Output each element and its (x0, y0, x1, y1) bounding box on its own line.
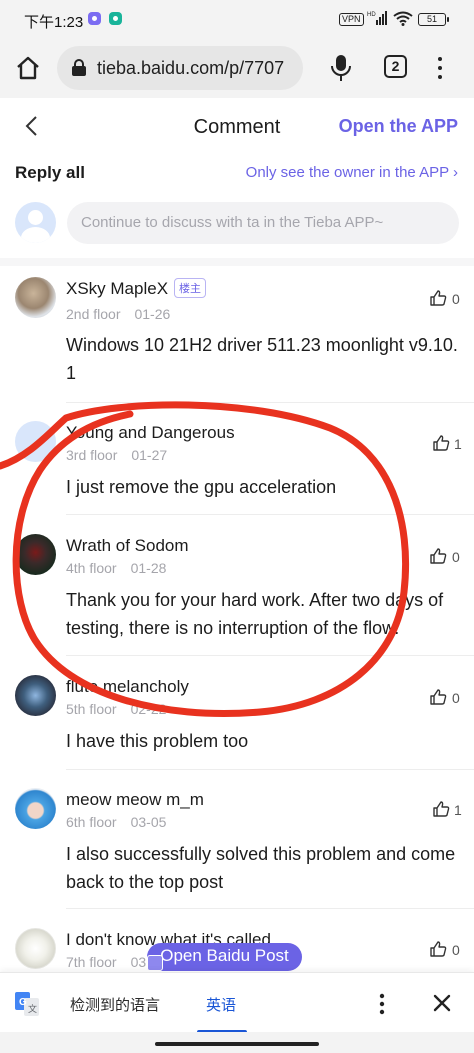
comment-text: I also successfully solved this problem … (66, 844, 456, 892)
microphone-icon[interactable] (330, 53, 352, 83)
thumbs-up-icon[interactable] (429, 688, 447, 706)
comment-author[interactable]: Young and Dangerous (66, 423, 235, 443)
status-bar: 下午1:23 VPN HD 51 (0, 0, 474, 40)
avatar[interactable] (15, 788, 56, 829)
like-count: 1 (454, 802, 462, 818)
comment-author[interactable]: flute melancholy (66, 677, 189, 697)
url-text: tieba.baidu.com/p/7707 (97, 58, 285, 78)
floor-number: 2nd floor (66, 306, 121, 322)
comment-author[interactable]: Wrath of Sodom (66, 536, 189, 556)
floor-number: 7th floor (66, 954, 117, 970)
comment-meta: 4th floor 01-28 (66, 560, 166, 576)
thumbs-up-icon[interactable] (429, 547, 447, 565)
avatar (15, 202, 56, 243)
avatar[interactable] (15, 534, 56, 575)
owner-only-link[interactable]: Only see the owner in the APP › (246, 164, 458, 181)
divider (66, 769, 474, 770)
comment-text: Windows 10 21H2 driver 511.23 moonlight … (66, 335, 458, 383)
comment-meta: 5th floor 02-22 (66, 701, 166, 717)
avatar[interactable] (15, 675, 56, 716)
like-count: 0 (452, 690, 460, 706)
floor-number: 3rd floor (66, 447, 118, 463)
comment-meta: 2nd floor 01-26 (66, 306, 170, 322)
back-arrow-icon[interactable] (22, 114, 42, 138)
section-divider (0, 258, 474, 266)
status-time: 下午1:23 (24, 14, 84, 31)
target-language-tab[interactable]: 英语 (206, 994, 236, 1015)
divider (66, 655, 474, 656)
tab-switcher-button[interactable]: 2 (384, 55, 407, 78)
address-bar[interactable]: tieba.baidu.com/p/7707 (57, 46, 303, 90)
like-count: 0 (452, 291, 460, 307)
floor-number: 6th floor (66, 814, 117, 830)
svg-text:HD: HD (367, 12, 376, 18)
browser-menu-icon[interactable] (433, 54, 447, 82)
floor-number: 5th floor (66, 701, 117, 717)
notification-app-icon (88, 12, 101, 25)
avatar[interactable] (15, 928, 56, 969)
home-gesture-handle[interactable] (155, 1042, 319, 1046)
like-count: 0 (452, 549, 460, 565)
thumbs-up-icon[interactable] (429, 940, 447, 958)
comment-author[interactable]: meow meow m_m (66, 790, 204, 810)
divider (66, 402, 474, 403)
thumbs-up-icon[interactable] (432, 434, 450, 452)
thumbs-up-icon[interactable] (432, 800, 450, 818)
reply-all-heading: Reply all (15, 163, 85, 182)
notification-app-icon (109, 12, 122, 25)
open-baidu-post-button[interactable]: Open Baidu Post (147, 943, 302, 971)
divider (66, 514, 474, 515)
owner-badge: 楼主 (174, 278, 207, 298)
comment-date: 02-22 (130, 701, 167, 717)
comment-meta: 6th floor 03-05 (66, 814, 166, 830)
like-count: 0 (452, 942, 460, 958)
system-nav-bar (0, 1032, 474, 1053)
home-icon[interactable] (14, 54, 42, 82)
reply-input[interactable]: Continue to discuss with ta in the Tieba… (67, 202, 459, 244)
more-options-icon[interactable] (376, 992, 388, 1016)
comment-date: 01-26 (134, 306, 171, 322)
comment-date: 01-28 (130, 560, 167, 576)
comment-meta: 7th floor 03 (66, 954, 146, 970)
like-count: 1 (454, 436, 462, 452)
translate-bar: G 文 检测到的语言 英语 (0, 972, 474, 1033)
comment-date: 03-05 (130, 814, 167, 830)
comment-text: I just remove the gpu acceleration (66, 477, 337, 497)
floor-number: 4th floor (66, 560, 117, 576)
lock-icon (72, 59, 86, 76)
baidu-logo-icon (147, 955, 163, 971)
google-translate-icon[interactable]: G 文 (15, 992, 39, 1016)
comment-text: I have this problem too (66, 731, 249, 751)
close-icon[interactable] (432, 993, 452, 1013)
open-app-link[interactable]: Open the APP (339, 116, 458, 137)
battery-icon: 51 (418, 13, 449, 26)
svg-text:文: 文 (28, 1003, 37, 1015)
detected-language-tab[interactable]: 检测到的语言 (70, 994, 160, 1015)
author-name: XSky MapleX (66, 279, 169, 298)
comment-date: 01-27 (131, 447, 168, 463)
avatar[interactable] (15, 277, 56, 318)
svg-text:G: G (19, 997, 27, 1008)
vpn-icon: VPN (339, 13, 364, 26)
comment-meta: 3rd floor 01-27 (66, 447, 167, 463)
thumbs-up-icon[interactable] (429, 289, 447, 307)
divider (66, 908, 474, 909)
comment-text: Thank you for your hard work. After two … (66, 590, 444, 638)
wifi-icon (393, 11, 413, 26)
browser-toolbar: tieba.baidu.com/p/7707 2 (0, 40, 474, 98)
comment-date: 03 (130, 954, 147, 970)
signal-icon: HD (367, 11, 387, 25)
avatar[interactable] (15, 421, 56, 462)
comment-author[interactable]: XSky MapleX 楼主 (66, 278, 207, 299)
